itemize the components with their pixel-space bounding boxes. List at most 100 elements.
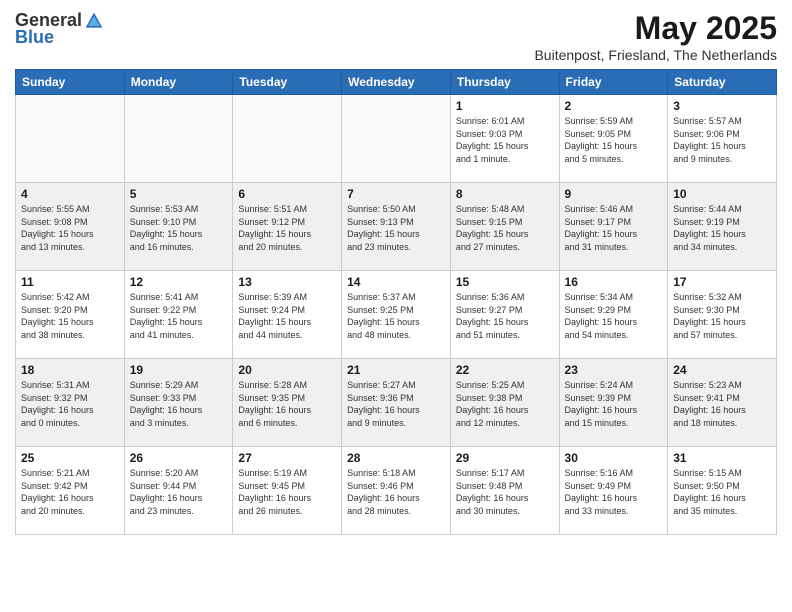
day-cell [233, 95, 342, 183]
day-number: 1 [456, 99, 554, 113]
day-number: 30 [565, 451, 663, 465]
day-info: Sunrise: 5:36 AM Sunset: 9:27 PM Dayligh… [456, 291, 554, 341]
day-number: 6 [238, 187, 336, 201]
day-cell: 15 Sunrise: 5:36 AM Sunset: 9:27 PM Dayli… [450, 271, 559, 359]
day-cell: 5 Sunrise: 5:53 AM Sunset: 9:10 PM Daylig… [124, 183, 233, 271]
day-number: 8 [456, 187, 554, 201]
day-info: Sunrise: 6:01 AM Sunset: 9:03 PM Dayligh… [456, 115, 554, 165]
day-info: Sunrise: 5:44 AM Sunset: 9:19 PM Dayligh… [673, 203, 771, 253]
day-cell: 12Sunrise: 5:41 AM Sunset: 9:22 PM Dayli… [124, 271, 233, 359]
day-number: 24 [673, 363, 771, 377]
day-info: Sunrise: 5:20 AM Sunset: 9:44 PM Dayligh… [130, 467, 228, 517]
day-number: 18 [21, 363, 119, 377]
week-row-1: 1 Sunrise: 6:01 AM Sunset: 9:03 PM Daylig… [16, 95, 777, 183]
day-info: Sunrise: 5:18 AM Sunset: 9:46 PM Dayligh… [347, 467, 445, 517]
day-info: Sunrise: 5:37 AM Sunset: 9:25 PM Dayligh… [347, 291, 445, 341]
header-tuesday: Tuesday [233, 70, 342, 95]
day-number: 23 [565, 363, 663, 377]
day-number: 19 [130, 363, 228, 377]
day-cell: 10 Sunrise: 5:44 AM Sunset: 9:19 PM Dayli… [668, 183, 777, 271]
day-info: Sunrise: 5:46 AM Sunset: 9:17 PM Dayligh… [565, 203, 663, 253]
header-monday: Monday [124, 70, 233, 95]
day-cell: 13Sunrise: 5:39 AM Sunset: 9:24 PM Dayli… [233, 271, 342, 359]
day-number: 28 [347, 451, 445, 465]
day-number: 17 [673, 275, 771, 289]
day-number: 16 [565, 275, 663, 289]
day-cell: 11Sunrise: 5:42 AM Sunset: 9:20 PM Dayli… [16, 271, 125, 359]
day-info: Sunrise: 5:17 AM Sunset: 9:48 PM Dayligh… [456, 467, 554, 517]
day-info: Sunrise: 5:25 AM Sunset: 9:38 PM Dayligh… [456, 379, 554, 429]
day-number: 7 [347, 187, 445, 201]
day-info: Sunrise: 5:51 AM Sunset: 9:12 PM Dayligh… [238, 203, 336, 253]
week-row-2: 4 Sunrise: 5:55 AM Sunset: 9:08 PM Daylig… [16, 183, 777, 271]
day-cell: 29Sunrise: 5:17 AM Sunset: 9:48 PM Dayli… [450, 447, 559, 535]
day-number: 4 [21, 187, 119, 201]
day-info: Sunrise: 5:55 AM Sunset: 9:08 PM Dayligh… [21, 203, 119, 253]
day-cell [342, 95, 451, 183]
logo-icon [84, 11, 104, 31]
day-cell: 14 Sunrise: 5:37 AM Sunset: 9:25 PM Dayli… [342, 271, 451, 359]
day-info: Sunrise: 5:42 AM Sunset: 9:20 PM Dayligh… [21, 291, 119, 341]
day-info: Sunrise: 5:19 AM Sunset: 9:45 PM Dayligh… [238, 467, 336, 517]
day-cell: 9 Sunrise: 5:46 AM Sunset: 9:17 PM Daylig… [559, 183, 668, 271]
day-cell: 26 Sunrise: 5:20 AM Sunset: 9:44 PM Dayli… [124, 447, 233, 535]
day-cell: 16Sunrise: 5:34 AM Sunset: 9:29 PM Dayli… [559, 271, 668, 359]
day-cell: 19 Sunrise: 5:29 AM Sunset: 9:33 PM Dayli… [124, 359, 233, 447]
day-cell: 4 Sunrise: 5:55 AM Sunset: 9:08 PM Daylig… [16, 183, 125, 271]
day-cell: 25 Sunrise: 5:21 AM Sunset: 9:42 PM Dayli… [16, 447, 125, 535]
day-cell: 18 Sunrise: 5:31 AM Sunset: 9:32 PM Dayli… [16, 359, 125, 447]
day-number: 5 [130, 187, 228, 201]
day-number: 10 [673, 187, 771, 201]
header-friday: Friday [559, 70, 668, 95]
day-number: 21 [347, 363, 445, 377]
day-number: 2 [565, 99, 663, 113]
day-cell: 6 Sunrise: 5:51 AM Sunset: 9:12 PM Daylig… [233, 183, 342, 271]
day-number: 15 [456, 275, 554, 289]
day-cell: 8 Sunrise: 5:48 AM Sunset: 9:15 PM Daylig… [450, 183, 559, 271]
day-cell [124, 95, 233, 183]
day-cell: 28 Sunrise: 5:18 AM Sunset: 9:46 PM Dayli… [342, 447, 451, 535]
day-info: Sunrise: 5:48 AM Sunset: 9:15 PM Dayligh… [456, 203, 554, 253]
day-cell: 3 Sunrise: 5:57 AM Sunset: 9:06 PM Daylig… [668, 95, 777, 183]
week-row-5: 25 Sunrise: 5:21 AM Sunset: 9:42 PM Dayli… [16, 447, 777, 535]
header-saturday: Saturday [668, 70, 777, 95]
day-number: 27 [238, 451, 336, 465]
logo: General Blue [15, 10, 104, 48]
day-cell: 2Sunrise: 5:59 AM Sunset: 9:05 PM Daylig… [559, 95, 668, 183]
day-info: Sunrise: 5:24 AM Sunset: 9:39 PM Dayligh… [565, 379, 663, 429]
day-info: Sunrise: 5:15 AM Sunset: 9:50 PM Dayligh… [673, 467, 771, 517]
day-number: 9 [565, 187, 663, 201]
day-info: Sunrise: 5:32 AM Sunset: 9:30 PM Dayligh… [673, 291, 771, 341]
day-info: Sunrise: 5:50 AM Sunset: 9:13 PM Dayligh… [347, 203, 445, 253]
logo-blue: Blue [15, 27, 54, 48]
title-section: May 2025 Buitenpost, Friesland, The Neth… [534, 10, 777, 63]
week-row-4: 18 Sunrise: 5:31 AM Sunset: 9:32 PM Dayli… [16, 359, 777, 447]
day-number: 20 [238, 363, 336, 377]
day-info: Sunrise: 5:41 AM Sunset: 9:22 PM Dayligh… [130, 291, 228, 341]
day-number: 25 [21, 451, 119, 465]
header-thursday: Thursday [450, 70, 559, 95]
day-info: Sunrise: 5:57 AM Sunset: 9:06 PM Dayligh… [673, 115, 771, 165]
page: General Blue May 2025 Buitenpost, Friesl… [0, 0, 792, 545]
day-info: Sunrise: 5:23 AM Sunset: 9:41 PM Dayligh… [673, 379, 771, 429]
day-number: 13 [238, 275, 336, 289]
day-cell: 20Sunrise: 5:28 AM Sunset: 9:35 PM Dayli… [233, 359, 342, 447]
day-cell: 7 Sunrise: 5:50 AM Sunset: 9:13 PM Daylig… [342, 183, 451, 271]
header-sunday: Sunday [16, 70, 125, 95]
day-cell: 31 Sunrise: 5:15 AM Sunset: 9:50 PM Dayli… [668, 447, 777, 535]
day-number: 31 [673, 451, 771, 465]
calendar-header-row: SundayMondayTuesdayWednesdayThursdayFrid… [16, 70, 777, 95]
day-info: Sunrise: 5:21 AM Sunset: 9:42 PM Dayligh… [21, 467, 119, 517]
header: General Blue May 2025 Buitenpost, Friesl… [15, 10, 777, 63]
day-cell [16, 95, 125, 183]
day-number: 3 [673, 99, 771, 113]
day-info: Sunrise: 5:29 AM Sunset: 9:33 PM Dayligh… [130, 379, 228, 429]
day-info: Sunrise: 5:31 AM Sunset: 9:32 PM Dayligh… [21, 379, 119, 429]
day-info: Sunrise: 5:53 AM Sunset: 9:10 PM Dayligh… [130, 203, 228, 253]
day-number: 26 [130, 451, 228, 465]
day-info: Sunrise: 5:27 AM Sunset: 9:36 PM Dayligh… [347, 379, 445, 429]
day-cell: 17 Sunrise: 5:32 AM Sunset: 9:30 PM Dayli… [668, 271, 777, 359]
header-wednesday: Wednesday [342, 70, 451, 95]
day-number: 14 [347, 275, 445, 289]
calendar-table: SundayMondayTuesdayWednesdayThursdayFrid… [15, 69, 777, 535]
